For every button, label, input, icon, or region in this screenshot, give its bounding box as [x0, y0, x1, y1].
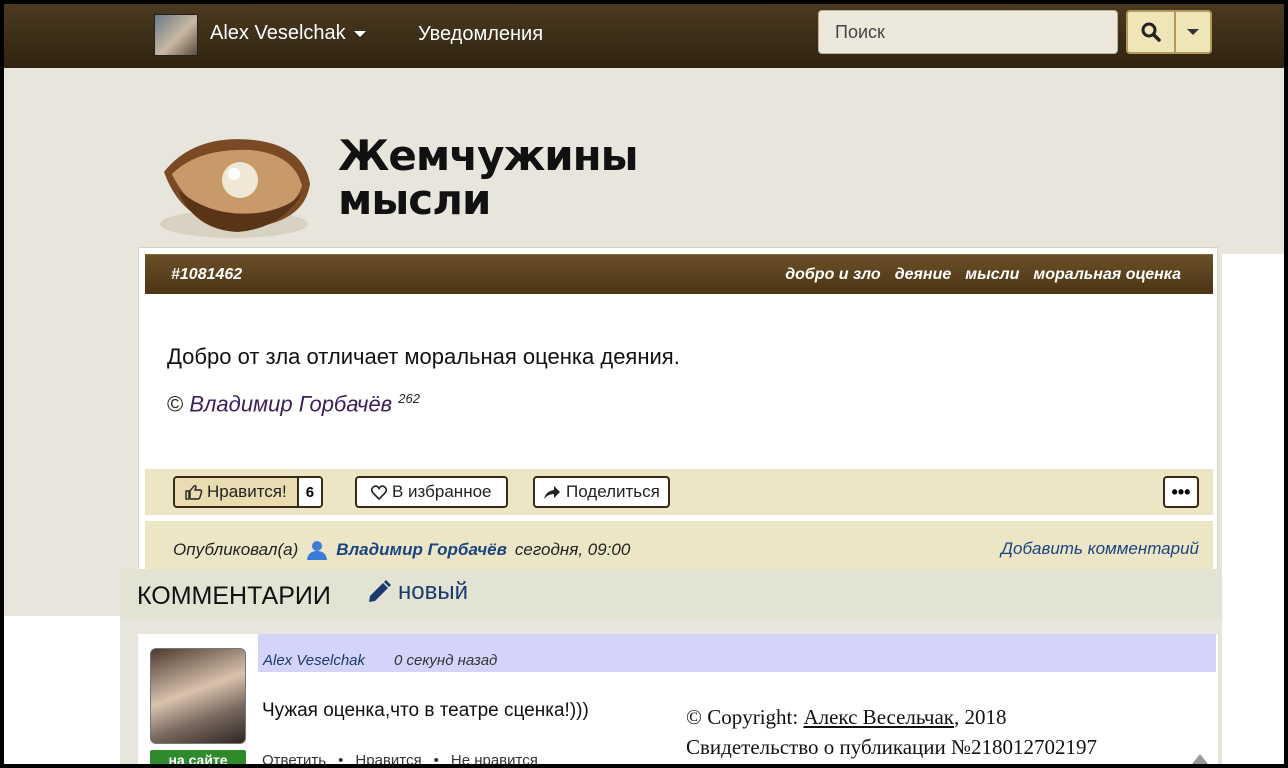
separator-dot: •: [338, 752, 344, 764]
copyright-prefix: © Copyright:: [686, 705, 804, 729]
top-navbar: Alex Veselchak Уведомления: [4, 4, 1284, 68]
search-input[interactable]: [818, 10, 1118, 54]
pencil-icon: [369, 580, 391, 602]
right-gutter: [1222, 254, 1284, 764]
reply-link[interactable]: Ответить: [262, 752, 326, 764]
quote-card: #1081462 добро и зло деяние мысли мораль…: [138, 247, 1218, 577]
comment-actions: Ответить • Нравится • Не нравится: [262, 752, 538, 764]
thumbs-up-icon: [185, 484, 203, 500]
search-icon: [1141, 22, 1161, 42]
tag-list: добро и зло деяние мысли моральная оценк…: [785, 266, 1181, 284]
user-avatar[interactable]: [154, 14, 198, 56]
like-button-main: Нравится!: [175, 478, 297, 506]
author-link[interactable]: Владимир Горбачёв: [189, 391, 392, 416]
copyright-author-link[interactable]: Алекс Весельчак: [803, 705, 954, 729]
quote-text: Добро от зла отличает моральная оценка д…: [167, 344, 680, 369]
more-options-button[interactable]: •••: [1163, 476, 1199, 508]
share-button[interactable]: Поделиться: [533, 476, 670, 508]
left-gutter: [4, 616, 120, 764]
share-arrow-icon: [544, 485, 560, 499]
user-icon: [307, 541, 328, 560]
like-button-label: Нравится!: [207, 482, 287, 501]
post-id[interactable]: #1081462: [171, 266, 242, 284]
chevron-down-icon: [1187, 29, 1199, 35]
comment-like-link[interactable]: Нравится: [355, 752, 421, 764]
quote-author: © Владимир Горбачёв 262: [167, 391, 420, 417]
tag-link[interactable]: деяние: [895, 266, 952, 284]
pearl-shell-logo[interactable]: [154, 132, 314, 242]
scroll-up-icon[interactable]: [1192, 754, 1208, 764]
publication-certificate: Свидетельство о публикации №218012702197: [686, 735, 1098, 759]
new-comment-label: новый: [398, 578, 469, 605]
favorite-button[interactable]: В избранное: [355, 476, 508, 508]
copyright-block: © Copyright: Алекс Весельчак, 2018 Свиде…: [686, 702, 1097, 762]
search-options-button[interactable]: [1176, 10, 1212, 54]
published-label: Опубликовал(а): [173, 540, 299, 559]
author-quote-count: 262: [398, 391, 420, 406]
comments-title: КОММЕНТАРИИ: [137, 582, 331, 610]
comments-header: КОММЕНТАРИИ новый: [120, 569, 1222, 619]
like-count: 6: [296, 478, 322, 506]
published-info: Опубликовал(а) Владимир Горбачёв сегодня…: [173, 539, 630, 561]
page-frame: Alex Veselchak Уведомления Жемчужины мыс…: [4, 4, 1284, 764]
post-actions-bar: Нравится! 6 В избранное Поделиться •••: [145, 469, 1213, 515]
comment-header: Alex Veselchak 0 секунд назад: [258, 634, 1216, 672]
tag-link[interactable]: мысли: [965, 266, 1019, 284]
like-button[interactable]: Нравится! 6: [173, 476, 324, 508]
copyright-year: , 2018: [953, 705, 1007, 729]
chevron-down-icon: [353, 30, 366, 37]
notifications-link[interactable]: Уведомления: [418, 23, 543, 46]
comment-text: Чужая оценка,что в театре сценка!))): [262, 700, 589, 721]
comment-time: 0 секунд назад: [394, 652, 498, 669]
comment-dislike-link[interactable]: Не нравится: [451, 752, 538, 764]
tag-link[interactable]: моральная оценка: [1033, 266, 1181, 284]
site-title[interactable]: Жемчужины мысли: [338, 131, 639, 224]
new-comment-link[interactable]: новый: [366, 578, 468, 606]
copyright-line: © Copyright: Алекс Весельчак, 2018: [686, 702, 1097, 732]
site-title-line1: Жемчужины: [338, 131, 639, 180]
commenter-avatar[interactable]: [150, 648, 246, 744]
favorite-button-label: В избранное: [392, 482, 492, 501]
user-menu[interactable]: Alex Veselchak: [210, 22, 366, 45]
heart-icon: [371, 484, 387, 500]
comment-author-link[interactable]: Alex Veselchak: [263, 652, 365, 669]
user-menu-label: Alex Veselchak: [210, 22, 346, 44]
add-comment-link[interactable]: Добавить комментарий: [1001, 539, 1199, 559]
search-button[interactable]: [1126, 10, 1176, 54]
share-button-label: Поделиться: [566, 482, 660, 501]
publisher-link[interactable]: Владимир Горбачёв: [336, 540, 507, 560]
copyright-sign: ©: [167, 391, 184, 417]
tag-link[interactable]: добро и зло: [785, 266, 880, 284]
site-title-line2: мысли: [338, 175, 491, 224]
quote-card-header: #1081462 добро и зло деяние мысли мораль…: [145, 254, 1213, 294]
online-status-badge: на сайте: [150, 750, 246, 764]
published-time: сегодня, 09:00: [514, 540, 631, 559]
separator-dot: •: [433, 752, 439, 764]
